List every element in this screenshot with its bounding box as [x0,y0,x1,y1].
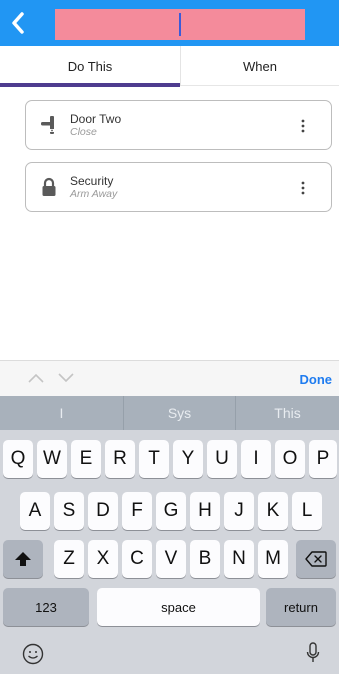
key-z[interactable]: Z [54,540,84,578]
key-i[interactable]: I [241,440,271,478]
key-s[interactable]: S [54,492,84,530]
lock-icon [42,177,56,196]
key-x[interactable]: X [88,540,118,578]
key-f[interactable]: F [122,492,152,530]
key-t[interactable]: T [139,440,169,478]
key-j[interactable]: J [224,492,254,530]
door-handle-icon [41,116,54,134]
action-device-state: Arm Away [70,188,118,200]
done-button[interactable]: Done [300,372,333,387]
tab-do-this-label: Do This [67,58,113,74]
suggestion-item[interactable]: This [235,396,339,430]
key-g[interactable]: G [156,492,186,530]
backspace-key[interactable] [296,540,336,578]
chevron-down-icon[interactable] [57,372,75,384]
action-device-name: Security [70,174,114,188]
space-key[interactable]: space [97,588,260,626]
action-card-security[interactable]: Security Arm Away [25,162,332,212]
key-c[interactable]: C [122,540,152,578]
shift-key[interactable] [3,540,43,578]
key-q[interactable]: Q [3,440,33,478]
chevron-left-icon [12,12,24,34]
key-u[interactable]: U [207,440,237,478]
selected-tab-indicator [0,83,180,87]
key-w[interactable]: W [37,440,67,478]
suggestion-item[interactable]: I [0,396,123,430]
top-app-bar [0,0,339,46]
action-device-state: Close [70,126,97,138]
more-vertical-icon[interactable] [301,180,305,196]
keyboard-accessory-bar: Done [0,360,339,396]
chevron-up-icon[interactable] [27,372,45,384]
emoji-icon[interactable] [22,643,44,665]
key-k[interactable]: K [258,492,288,530]
keyboard-bottom-bar [0,634,339,674]
key-m[interactable]: M [258,540,288,578]
key-l[interactable]: L [292,492,322,530]
key-y[interactable]: Y [173,440,203,478]
tab-bar: Do This When [0,46,339,87]
key-n[interactable]: N [224,540,254,578]
numbers-key[interactable]: 123 [3,588,89,626]
tab-when[interactable]: When [180,46,339,86]
action-device-name: Door Two [70,112,122,126]
tab-when-label: When [243,58,277,74]
key-r[interactable]: R [105,440,135,478]
automation-name-input[interactable] [55,9,305,40]
key-a[interactable]: A [20,492,50,530]
key-v[interactable]: V [156,540,186,578]
suggestion-item[interactable]: Sys [123,396,235,430]
action-card-door-two[interactable]: Door Two Close [25,100,332,150]
key-o[interactable]: O [275,440,305,478]
microphone-icon[interactable] [306,642,320,664]
text-cursor [179,13,181,36]
backspace-icon [305,551,327,567]
back-button[interactable] [7,11,29,35]
predictive-suggestions-bar: I Sys This [0,396,339,430]
key-d[interactable]: D [88,492,118,530]
return-key[interactable]: return [266,588,336,626]
more-vertical-icon[interactable] [301,118,305,134]
key-h[interactable]: H [190,492,220,530]
key-p[interactable]: P [309,440,337,478]
shift-arrow-icon [15,552,31,566]
key-b[interactable]: B [190,540,220,578]
key-e[interactable]: E [71,440,101,478]
tab-do-this[interactable]: Do This [0,46,180,86]
onscreen-keyboard: I Sys This Q W E R T Y U I O P A S D F G… [0,396,339,674]
